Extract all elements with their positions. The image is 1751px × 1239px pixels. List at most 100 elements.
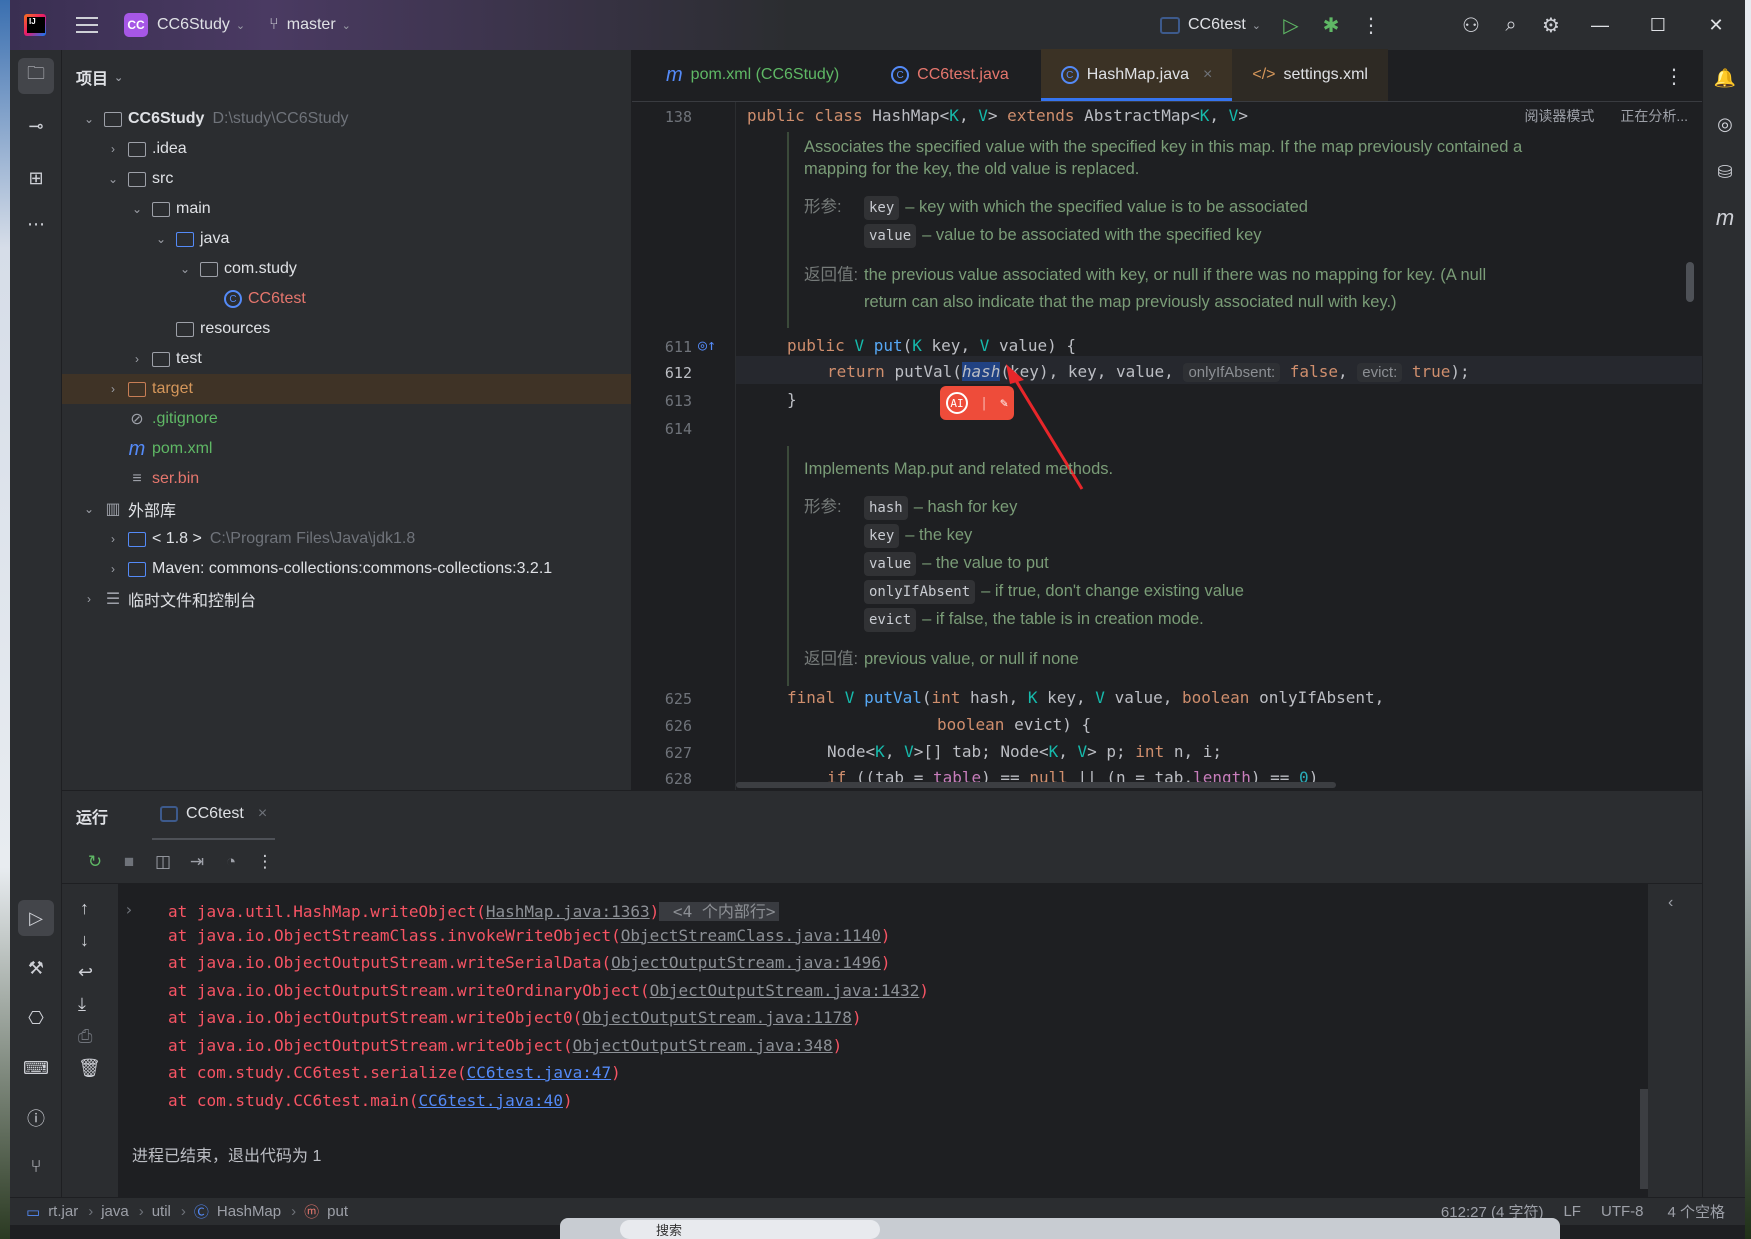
editor-scrollbar[interactable] <box>1686 262 1694 302</box>
tree-item[interactable]: › Maven: commons-collections:commons-coll… <box>62 554 631 584</box>
more-icon[interactable]: ⋮ <box>248 852 282 872</box>
profiler-icon[interactable]: ◔ <box>214 852 248 872</box>
ai-icon[interactable]: AI <box>946 392 969 414</box>
chevron-right-icon[interactable]: › <box>82 592 96 606</box>
console-output[interactable]: › at java.util.HashMap.writeObject(HashM… <box>118 884 1648 1197</box>
tree-item[interactable]: › ☰ 临时文件和控制台 <box>62 584 631 614</box>
tree-item[interactable]: ⌄ CC6Study D:\study\CC6Study <box>62 104 631 134</box>
attach-icon[interactable]: ⇥ <box>180 852 214 872</box>
run-config-selector[interactable]: CC6test ⌄ <box>1159 16 1261 34</box>
tree-item[interactable]: › .idea <box>62 134 631 164</box>
code-editor[interactable]: 阅读器模式 正在分析... 138 public class HashMap<K… <box>632 102 1702 790</box>
source-link[interactable]: ObjectOutputStream.java:1496 <box>611 953 881 972</box>
branch-switcher[interactable]: ⑂ master ⌄ <box>269 16 351 34</box>
breadcrumb-item[interactable]: HashMap <box>217 1203 281 1220</box>
override-marker-icon[interactable]: ◎↑ <box>698 336 716 354</box>
tab-settings-xml[interactable]: </> settings.xml <box>1232 49 1388 101</box>
run-button[interactable]: ▷ <box>1271 5 1311 45</box>
tree-item[interactable]: › test <box>62 344 631 374</box>
tree-item[interactable]: m pom.xml <box>62 434 631 464</box>
soft-wrap-icon[interactable]: ↩ <box>78 962 93 983</box>
folded-lines[interactable]: <4 个内部行> <box>659 902 780 921</box>
git-tool-icon[interactable]: ⑂ <box>18 1148 54 1184</box>
chevron-right-icon[interactable]: › <box>106 532 120 546</box>
chevron-down-icon[interactable]: ⌄ <box>82 502 96 516</box>
close-run-tab-icon[interactable]: × <box>258 805 267 823</box>
scroll-to-end-icon[interactable]: ⤓ <box>78 994 86 1015</box>
notifications-icon[interactable]: 🔔 <box>1707 60 1743 96</box>
breadcrumb-item[interactable]: rt.jar <box>48 1203 78 1220</box>
tab-cc6test-java[interactable]: C CC6test.java <box>871 49 1029 101</box>
horizontal-scrollbar[interactable] <box>736 782 1336 788</box>
commit-tool-icon[interactable]: ⊸ <box>18 108 54 144</box>
tree-item[interactable]: C CC6test <box>62 284 631 314</box>
tree-item[interactable]: ⌄ java <box>62 224 631 254</box>
source-link[interactable]: CC6test.java:40 <box>418 1091 563 1110</box>
trash-icon[interactable]: 🗑 <box>78 1058 101 1079</box>
stop-icon[interactable]: ■ <box>112 852 146 872</box>
chevron-down-icon[interactable]: ⌄ <box>154 232 168 246</box>
ai-assistant-icon[interactable]: ◎ <box>1707 106 1743 142</box>
chevron-down-icon[interactable]: ⌄ <box>106 172 120 186</box>
run-tool-icon[interactable]: ▷ <box>18 900 54 936</box>
tree-item[interactable]: ⌄ main <box>62 194 631 224</box>
tree-item[interactable]: › target <box>62 374 631 404</box>
reader-mode-button[interactable]: 阅读器模式 <box>1524 108 1594 124</box>
chevron-right-icon[interactable]: › <box>130 352 144 366</box>
services-tool-icon[interactable]: ⎔ <box>18 1000 54 1036</box>
chevron-down-icon[interactable]: ⌄ <box>178 262 192 276</box>
breadcrumb-item[interactable]: util <box>152 1203 171 1220</box>
rerun-icon[interactable]: ↻ <box>78 852 112 872</box>
tree-item[interactable]: › < 1.8 > C:\Program Files\Java\jdk1.8 <box>62 524 631 554</box>
file-encoding[interactable]: UTF-8 <box>1601 1203 1644 1220</box>
source-link[interactable]: ObjectOutputStream.java:1178 <box>582 1008 852 1027</box>
close-window-button[interactable]: ✕ <box>1687 0 1745 50</box>
search-icon[interactable]: ⌕ <box>1491 5 1531 45</box>
more-actions-button[interactable]: ⋮ <box>1351 5 1391 45</box>
breadcrumb-item[interactable]: put <box>327 1203 348 1220</box>
project-tool-icon[interactable]: 🗀 <box>18 58 54 94</box>
tree-item[interactable]: resources <box>62 314 631 344</box>
down-arrow-icon[interactable]: ↓ <box>80 930 89 951</box>
project-switcher[interactable]: CC CC6Study ⌄ <box>98 13 245 37</box>
tree-item[interactable]: ⌄ src <box>62 164 631 194</box>
snapshot-icon[interactable]: ◫ <box>146 852 180 872</box>
tab-pom-xml[interactable]: m pom.xml (CC6Study) <box>646 49 859 101</box>
database-icon[interactable]: ⛁ <box>1707 154 1743 190</box>
maximize-button[interactable]: ☐ <box>1629 0 1687 50</box>
chevron-down-icon[interactable]: ⌄ <box>130 202 144 216</box>
problems-tool-icon[interactable]: ⓘ <box>18 1100 54 1136</box>
source-link[interactable]: ObjectStreamClass.java:1140 <box>621 926 881 945</box>
source-link[interactable]: ObjectOutputStream.java:1432 <box>650 981 920 1000</box>
more-tools-icon[interactable]: ⋯ <box>18 206 54 242</box>
up-arrow-icon[interactable]: ↑ <box>80 898 89 919</box>
terminal-tool-icon[interactable]: ⌨ <box>18 1050 54 1086</box>
source-link[interactable]: ObjectOutputStream.java:348 <box>573 1036 833 1055</box>
chevron-down-icon[interactable]: ⌄ <box>82 112 96 126</box>
debug-button[interactable]: ✱ <box>1311 5 1351 45</box>
print-icon[interactable]: ⎙ <box>78 1026 92 1047</box>
source-link[interactable]: CC6test.java:47 <box>467 1063 612 1082</box>
collapse-icon[interactable]: ‹ <box>1668 894 1673 912</box>
line-separator[interactable]: LF <box>1563 1203 1581 1220</box>
console-scrollbar[interactable] <box>1640 1089 1648 1189</box>
expand-icon[interactable]: › <box>124 900 134 919</box>
maven-tool-icon[interactable]: m <box>1707 200 1743 236</box>
close-tab-icon[interactable]: × <box>1203 66 1212 84</box>
chevron-right-icon[interactable]: › <box>106 382 120 396</box>
chevron-right-icon[interactable]: › <box>106 142 120 156</box>
tree-item[interactable]: ≡ ser.bin <box>62 464 631 494</box>
settings-gear-icon[interactable]: ⚙ <box>1531 5 1571 45</box>
taskbar-search[interactable]: 搜索 <box>620 1220 880 1239</box>
minimize-button[interactable]: — <box>1571 0 1629 50</box>
tree-item[interactable]: ⊘ .gitignore <box>62 404 631 434</box>
run-tab-cc6test[interactable]: CC6test × <box>152 791 276 841</box>
indent-setting[interactable]: 4 个空格 <box>1667 1201 1725 1222</box>
project-panel-header[interactable]: 项目 ⌄ <box>62 50 631 104</box>
main-menu-icon[interactable] <box>76 17 98 33</box>
tree-item[interactable]: ⌄ ▥ 外部库 <box>62 494 631 524</box>
tree-item[interactable]: ⌄ com.study <box>62 254 631 284</box>
structure-tool-icon[interactable]: ⊞ <box>18 160 54 196</box>
add-user-icon[interactable]: ⚇ <box>1451 5 1491 45</box>
tab-hashmap-java[interactable]: C HashMap.java × <box>1040 49 1233 101</box>
